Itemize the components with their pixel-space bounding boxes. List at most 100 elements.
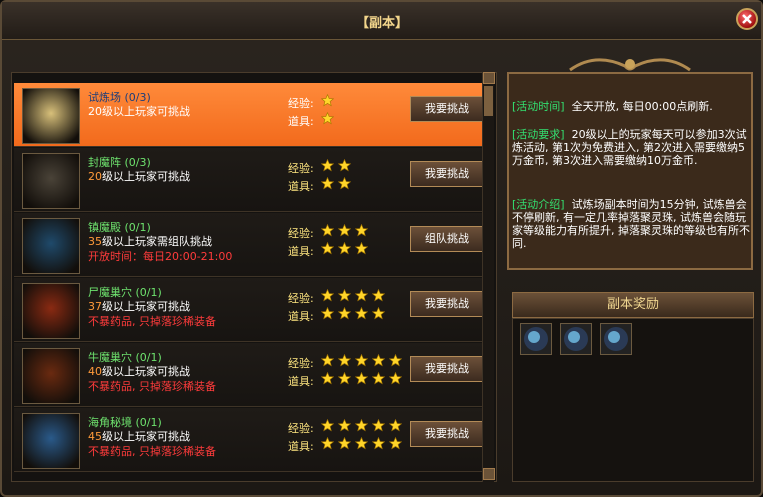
star-icon [321, 372, 334, 385]
star-icon [321, 242, 334, 255]
close-button[interactable] [736, 8, 758, 30]
star-icon [338, 307, 351, 320]
star-icon [321, 419, 334, 432]
info-time: [活动时间] 全天开放, 每日00:00点刷新. [512, 100, 750, 113]
star-icon [372, 372, 385, 385]
info-intro-key: [活动介绍] [512, 198, 565, 211]
item-label: 道具: [288, 245, 314, 258]
star-icon [338, 224, 351, 237]
level-number: 20 [88, 170, 102, 183]
dungeon-row[interactable]: 尸魔巢穴 (0/1) 37级以上玩家可挑战 不暴药品, 只掉落珍稀装备 经验: 道具: 我… [14, 278, 484, 342]
info-req-key: [活动要求] [512, 128, 565, 141]
challenge-button[interactable]: 我要挑战 [410, 96, 484, 122]
star-icon [355, 242, 368, 255]
dungeon-level-req: 40级以上玩家可挑战 [88, 363, 190, 379]
info-requirement: [活动要求] 20级以上的玩家每天可以参加3次试炼活动, 第1次为免费进入, 第… [512, 128, 750, 167]
dungeon-row[interactable]: 海角秘境 (0/1) 45级以上玩家可挑战 不暴药品, 只掉落珍稀装备 经验: 道具: 我… [14, 408, 484, 472]
star-icon [338, 354, 351, 367]
rewards-header: 副本奖励 [512, 292, 754, 318]
star-icon [321, 354, 334, 367]
star-icon [321, 177, 334, 190]
dungeon-level-req: 45级以上玩家可挑战 [88, 428, 190, 444]
level-text: 级以上玩家可挑战 [102, 170, 190, 183]
exp-stars [321, 224, 372, 240]
info-intro: [活动介绍] 试炼场副本时间为15分钟, 试炼兽会不停刷新, 有一定几率掉落聚灵… [512, 198, 750, 250]
reward-orb-icon[interactable] [600, 323, 632, 355]
challenge-button[interactable]: 我要挑战 [410, 421, 484, 447]
list-scrollbar[interactable] [482, 72, 495, 482]
item-label: 道具: [288, 375, 314, 388]
item-stars [321, 307, 389, 323]
challenge-button[interactable]: 我要挑战 [410, 161, 484, 187]
challenge-button[interactable]: 我要挑战 [410, 291, 484, 317]
exp-stars [321, 94, 338, 110]
star-icon [338, 437, 351, 450]
star-icon [355, 372, 368, 385]
close-icon [742, 14, 752, 24]
level-number: 37 [88, 300, 102, 313]
star-icon [372, 354, 385, 367]
item-label: 道具: [288, 180, 314, 193]
star-icon [372, 307, 385, 320]
dungeon-row[interactable]: 牛魔巢穴 (0/1) 40级以上玩家可挑战 不暴药品, 只掉落珍稀装备 经验: 道具: 我… [14, 343, 484, 407]
dungeon-note: 开放时间：每日20:00-21:00 [88, 250, 233, 263]
level-text: 级以上玩家可挑战 [102, 105, 190, 118]
star-icon [389, 437, 402, 450]
item-label: 道具: [288, 115, 314, 128]
exp-label: 经验: [288, 227, 314, 240]
star-icon [355, 307, 368, 320]
info-time-key: [活动时间] [512, 100, 565, 113]
exp-label: 经验: [288, 162, 314, 175]
dungeon-row[interactable]: 镇魔殿 (0/1) 35级以上玩家需组队挑战 开放时间：每日20:00-21:00 经… [14, 213, 484, 277]
dungeon-note: 不暴药品, 只掉落珍稀装备 [88, 315, 216, 328]
star-icon [372, 437, 385, 450]
star-icon [321, 224, 334, 237]
dungeon-row[interactable]: 封魔阵 (0/3) 20级以上玩家可挑战 经验: 道具: 我要挑战 [14, 148, 484, 212]
star-icon [372, 289, 385, 302]
dungeon-level-req: 20级以上玩家可挑战 [88, 168, 190, 184]
reward-orb-icon[interactable] [560, 323, 592, 355]
challenge-button[interactable]: 组队挑战 [410, 226, 484, 252]
dungeon-list: 试炼场 (0/3) 20级以上玩家可挑战 经验: 道具: 我要挑战 封魔阵 (0/3) 20… [11, 72, 497, 482]
star-icon [321, 289, 334, 302]
star-icon [355, 224, 368, 237]
scroll-thumb[interactable] [484, 86, 493, 116]
star-icon [355, 289, 368, 302]
star-icon [338, 372, 351, 385]
level-number: 40 [88, 365, 102, 378]
item-stars [321, 372, 406, 388]
dungeon-row[interactable]: 试炼场 (0/3) 20级以上玩家可挑战 经验: 道具: 我要挑战 [14, 83, 484, 147]
level-number: 35 [88, 235, 102, 248]
star-icon [389, 354, 402, 367]
dungeon-thumbnail [22, 348, 80, 404]
dungeon-thumbnail [22, 218, 80, 274]
star-icon [321, 112, 334, 125]
exp-label: 经验: [288, 422, 314, 435]
scroll-down-arrow[interactable] [483, 468, 495, 480]
scroll-up-arrow[interactable] [483, 72, 495, 84]
exp-stars [321, 159, 355, 175]
dungeon-level-req: 35级以上玩家需组队挑战 [88, 233, 212, 249]
exp-stars [321, 289, 389, 305]
challenge-button[interactable]: 我要挑战 [410, 356, 484, 382]
item-label: 道具: [288, 440, 314, 453]
level-text: 级以上玩家可挑战 [102, 300, 190, 313]
level-text: 级以上玩家可挑战 [102, 365, 190, 378]
item-stars [321, 242, 372, 258]
dungeon-note: 不暴药品, 只掉落珍稀装备 [88, 445, 216, 458]
star-icon [355, 437, 368, 450]
title-bar: 【副本】 [2, 2, 761, 40]
item-label: 道具: [288, 310, 314, 323]
item-stars [321, 177, 355, 193]
dungeon-level-req: 37级以上玩家可挑战 [88, 298, 190, 314]
reward-orb-icon[interactable] [520, 323, 552, 355]
exp-stars [321, 354, 406, 370]
star-icon [355, 354, 368, 367]
star-icon [338, 242, 351, 255]
item-stars [321, 437, 406, 453]
level-text: 级以上玩家需组队挑战 [102, 235, 212, 248]
dungeon-note: 不暴药品, 只掉落珍稀装备 [88, 380, 216, 393]
star-icon [355, 419, 368, 432]
dungeon-thumbnail [22, 413, 80, 469]
star-icon [321, 307, 334, 320]
